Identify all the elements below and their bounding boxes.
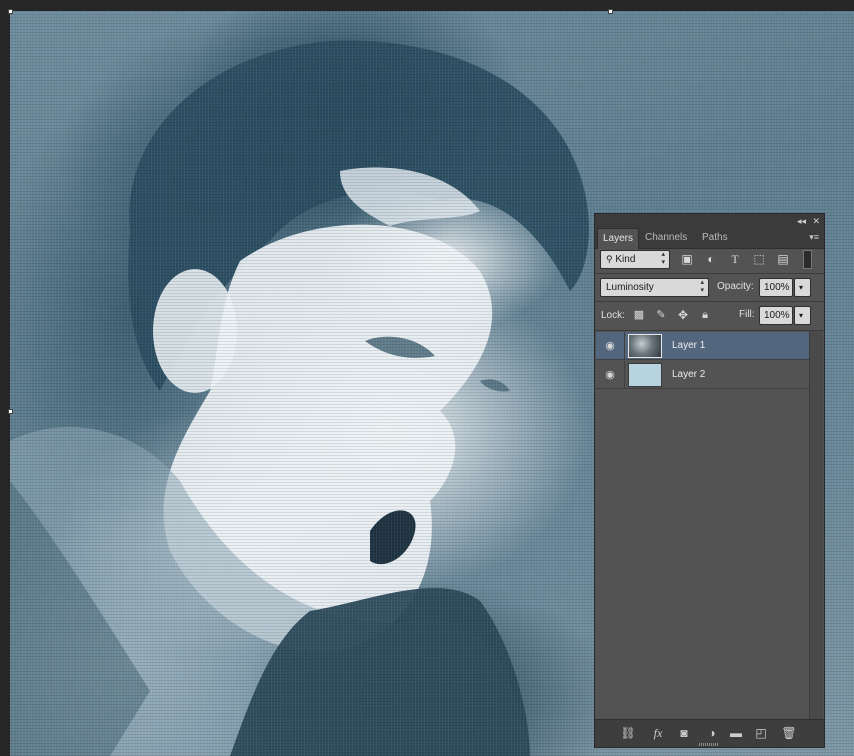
folder-icon[interactable]: ▬ [727, 725, 745, 741]
filter-kind-dropdown[interactable]: ⚲ Kind ▴ ▾ [600, 250, 670, 269]
divider [595, 273, 824, 274]
updown-arrow-icon: ▴ ▾ [700, 279, 704, 294]
blend-mode-value: Luminosity [606, 282, 654, 293]
link-icon[interactable]: ⛓︎ [619, 725, 637, 741]
layer-thumbnail [628, 334, 662, 358]
lock-image-brush-icon[interactable]: ✎ [653, 307, 669, 323]
transform-handle-top-middle[interactable] [608, 9, 613, 14]
panel-titlebar: ◂◂ ✕ [595, 214, 824, 228]
resize-grip[interactable] [699, 743, 719, 746]
layers-scrollbar[interactable] [809, 331, 823, 721]
transform-handle-top-left[interactable] [8, 9, 13, 14]
tab-paths[interactable]: Paths [697, 228, 733, 248]
visibility-eye-icon[interactable]: ◉ [600, 338, 620, 354]
layers-panel: ◂◂ ✕ Layers Channels Paths ▾≡ ⚲ Kind ▴ ▾ … [594, 213, 825, 748]
panel-menu-icon[interactable]: ▾≡ [809, 232, 819, 243]
opacity-value: 100% [764, 282, 790, 293]
tab-layers[interactable]: Layers [597, 228, 640, 249]
opacity-input[interactable]: 100% [759, 278, 793, 297]
smart-object-filter-icon[interactable]: ▤ [775, 251, 791, 267]
fx-icon[interactable]: fx [649, 725, 667, 741]
trash-icon[interactable]: 🗑︎ [780, 725, 798, 741]
visibility-eye-icon[interactable]: ◉ [600, 367, 620, 383]
filter-toggle-switch[interactable] [803, 250, 812, 269]
blend-mode-dropdown[interactable]: Luminosity ▴ ▾ [600, 278, 709, 297]
pixel-filter-icon[interactable]: ▣ [679, 251, 695, 267]
divider [595, 330, 824, 331]
lock-all-icon[interactable]: 🔒︎ [697, 307, 713, 323]
type-filter-icon[interactable]: T [727, 251, 743, 267]
adjustment-icon[interactable]: ◑ [703, 725, 721, 741]
fill-label: Fill: [739, 309, 755, 320]
tab-channels[interactable]: Channels [640, 228, 692, 248]
fill-value: 100% [764, 310, 790, 321]
mask-icon[interactable]: ◙ [675, 725, 693, 741]
divider [624, 361, 625, 388]
layer-row-layer-1[interactable]: ◉ Layer 1 [596, 332, 810, 360]
adjustment-filter-icon[interactable]: ◐ [703, 251, 719, 267]
panel-bottom-toolbar: ⛓︎ fx ◙ ◑ ▬ ◰ 🗑︎ [595, 719, 824, 747]
opacity-slider-button[interactable]: ▾ [794, 278, 811, 297]
layer-row-layer-2[interactable]: ◉ Layer 2 [596, 361, 810, 389]
lock-position-move-icon[interactable]: ✥ [675, 307, 691, 323]
layer-thumbnail [628, 363, 662, 387]
lock-label: Lock: [601, 310, 625, 321]
chevron-down-icon: ▾ [799, 283, 804, 292]
panel-tabs: Layers Channels Paths ▾≡ [595, 228, 824, 249]
divider [595, 301, 824, 302]
lock-transparency-icon[interactable]: ▩ [631, 307, 647, 323]
close-panel-icon[interactable]: ✕ [812, 215, 820, 227]
transform-handle-middle-left[interactable] [8, 409, 13, 414]
search-icon: ⚲ [606, 254, 613, 264]
fill-slider-button[interactable]: ▾ [794, 306, 811, 325]
updown-arrow-icon: ▴ ▾ [661, 251, 665, 266]
opacity-label: Opacity: [717, 281, 754, 292]
collapse-panel-icon[interactable]: ◂◂ [797, 215, 806, 227]
shape-filter-icon[interactable]: ⬚ [751, 251, 767, 267]
fill-input[interactable]: 100% [759, 306, 793, 325]
layer-name[interactable]: Layer 2 [672, 361, 705, 388]
chevron-down-icon: ▾ [799, 311, 804, 320]
filter-kind-label: Kind [615, 254, 636, 265]
new-layer-icon[interactable]: ◰ [752, 725, 770, 741]
divider [624, 332, 625, 359]
layer-name[interactable]: Layer 1 [672, 332, 705, 359]
